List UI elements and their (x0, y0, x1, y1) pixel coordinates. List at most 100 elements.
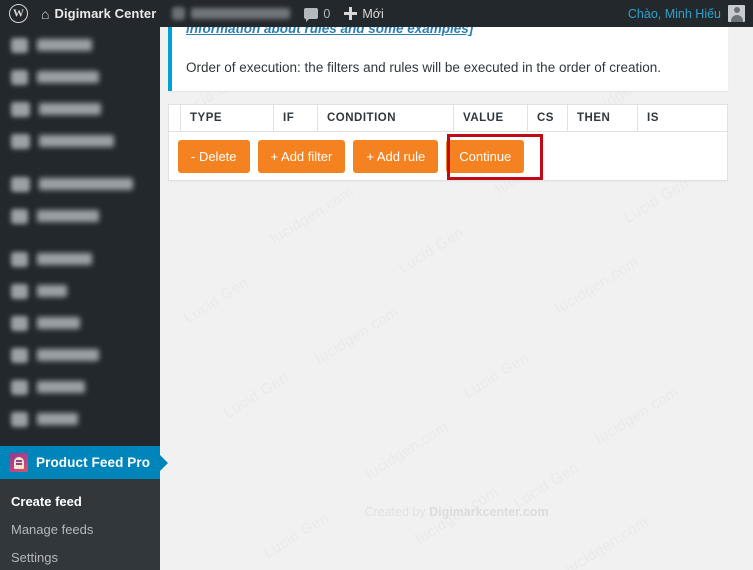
watermark-text: Lucid Gen (221, 369, 292, 422)
watermark-text: lucidgen.com (268, 183, 357, 247)
menu-icon (11, 208, 28, 224)
wordpress-logo-icon (9, 4, 28, 23)
table-header-if: IF (273, 104, 318, 132)
account-menu[interactable]: Chào, Minh Hiếu (628, 0, 753, 27)
sidebar-blurred-menu (0, 27, 160, 446)
greeting-label: Chào, Minh Hiếu (627, 6, 721, 21)
sidebar-item[interactable] (0, 200, 160, 232)
sidebar-item-label (37, 285, 67, 297)
info-notice: information about rules and some example… (168, 27, 728, 91)
table-header-spacer (168, 104, 181, 132)
sidebar-item[interactable] (0, 168, 160, 200)
table-header-cs: CS (527, 104, 568, 132)
menu-icon (11, 411, 28, 427)
admin-bar: ⌂ Digimark Center 0 Mới Chào, Minh Hiếu (0, 0, 753, 27)
new-content-label: Mới (362, 6, 384, 21)
delete-button[interactable]: - Delete (178, 139, 250, 173)
continue-button[interactable]: Continue (446, 139, 525, 173)
sidebar-separator (0, 435, 160, 446)
product-feed-pro-submenu: Create feed Manage feeds Settings (0, 479, 160, 570)
menu-icon (11, 133, 30, 149)
comment-icon (304, 8, 319, 22)
table-header-row: TYPE IF CONDITION VALUE CS THEN IS (168, 104, 728, 132)
watermark-text: lucidgen.com (563, 513, 652, 570)
menu-icon (11, 315, 28, 331)
footer-credit-prefix: Created by (364, 505, 430, 519)
footer-credit: Created by Digimarkcenter.com (160, 505, 753, 519)
add-rule-button[interactable]: + Add rule (353, 139, 439, 173)
table-header-then: THEN (567, 104, 638, 132)
sidebar-item[interactable] (0, 243, 160, 275)
sidebar-item-label (37, 413, 78, 425)
sidebar-item-label (37, 210, 99, 222)
sidebar-separator (0, 157, 160, 168)
submenu-item-create-feed[interactable]: Create feed (0, 488, 160, 516)
watermark-text: Lucid Gen (396, 224, 467, 277)
home-icon: ⌂ (41, 5, 50, 22)
menu-icon (11, 37, 28, 53)
menu-icon (11, 101, 30, 117)
table-action-row: - Delete + Add filter + Add rule Continu… (168, 131, 728, 181)
sidebar-item[interactable] (0, 61, 160, 93)
submenu-item-manage-feeds[interactable]: Manage feeds (0, 516, 160, 544)
site-name-menu[interactable]: ⌂ Digimark Center (34, 0, 163, 27)
watermark-text: lucidgen.com (363, 418, 452, 482)
sidebar-item-label: Product Feed Pro (36, 455, 151, 470)
sidebar-item-label (39, 135, 114, 147)
avatar (728, 5, 745, 22)
menu-icon (11, 176, 30, 192)
sidebar-item-product-feed-pro[interactable]: Product Feed Pro (0, 446, 160, 479)
rules-info-link[interactable]: information about rules and some example… (186, 27, 716, 38)
watermark-text: Lucid Gen (181, 274, 252, 327)
admin-sidebar: Product Feed Pro Create feed Manage feed… (0, 27, 160, 570)
sidebar-item-label (37, 381, 85, 393)
watermark-text: lucidgen.com (313, 303, 402, 367)
table-header-value: VALUE (453, 104, 528, 132)
table-action-cell: - Delete + Add filter + Add rule Continu… (168, 131, 728, 181)
menu-icon (11, 69, 28, 85)
sidebar-item-label (37, 71, 99, 83)
wordpress-logo-menu[interactable] (0, 0, 34, 27)
sidebar-item[interactable] (0, 125, 160, 157)
sidebar-item-label (39, 178, 133, 190)
sidebar-item-label (37, 317, 80, 329)
table-header-is: IS (637, 104, 728, 132)
sidebar-item-label (37, 349, 99, 361)
sidebar-item-label (37, 39, 92, 51)
order-of-execution-text: Order of execution: the filters and rule… (186, 60, 662, 75)
sidebar-item-label (39, 103, 101, 115)
menu-icon (11, 379, 28, 395)
footer-credit-brand: Digimarkcenter.com (429, 505, 549, 519)
site-name-label: Digimark Center (54, 6, 157, 21)
product-feed-pro-icon (9, 453, 28, 472)
add-filter-button[interactable]: + Add filter (257, 139, 346, 173)
sidebar-separator (0, 232, 160, 243)
sidebar-item-label (37, 253, 92, 265)
table-header-type: TYPE (180, 104, 274, 132)
watermark-text: lucidgen.com (593, 383, 682, 447)
sidebar-item[interactable] (0, 339, 160, 371)
sidebar-item[interactable] (0, 275, 160, 307)
table-header-condition: CONDITION (317, 104, 454, 132)
comments-count: 0 (323, 6, 331, 21)
sidebar-item[interactable] (0, 93, 160, 125)
sidebar-item[interactable] (0, 371, 160, 403)
menu-icon (11, 251, 28, 267)
action-button-bar: - Delete + Add filter + Add rule Continu… (169, 133, 727, 180)
comments-menu[interactable]: 0 (297, 0, 337, 27)
menu-icon (11, 283, 28, 299)
blurred-menu-icon (172, 7, 291, 20)
main-content: Lucid Genlucidgen.comLucid Genlucidgen.c… (160, 27, 753, 570)
watermark-text: lucidgen.com (553, 253, 642, 317)
sidebar-item[interactable] (0, 403, 160, 435)
new-content-menu[interactable]: Mới (337, 0, 390, 27)
plus-icon (344, 7, 358, 20)
sidebar-item[interactable] (0, 29, 160, 61)
submenu-item-settings[interactable]: Settings (0, 544, 160, 570)
watermark-text: Lucid Gen (461, 349, 532, 402)
rules-table: TYPE IF CONDITION VALUE CS THEN IS - Del… (168, 104, 728, 181)
adminbar-blurred-item[interactable] (163, 0, 297, 27)
menu-icon (11, 347, 28, 363)
sidebar-item[interactable] (0, 307, 160, 339)
watermark-text: Lucid Gen (621, 174, 692, 227)
